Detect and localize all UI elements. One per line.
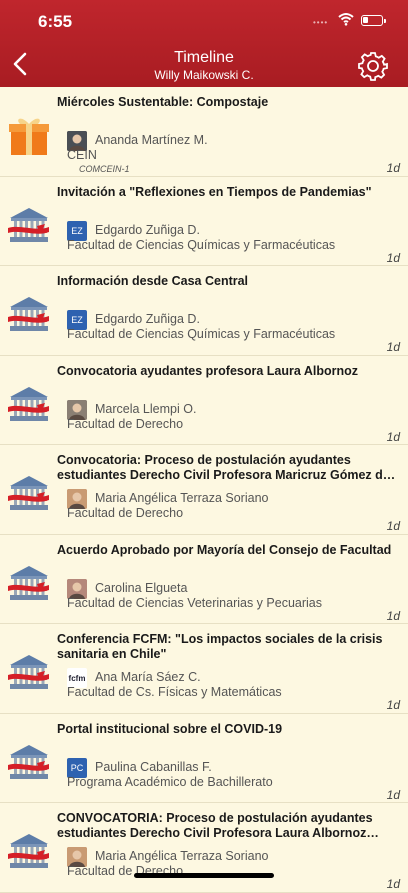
timeline-list: Miércoles Sustentable: Compostaje Ananda … [0, 87, 408, 893]
timeline-item[interactable]: Conferencia FCFM: "Los impactos sociales… [0, 624, 408, 714]
item-age: 1d [386, 519, 400, 533]
nav-header: 6:55 •••• Timeline Willy Maikowski C. [0, 0, 408, 87]
timeline-item[interactable]: Convocatoria ayudantes profesora Laura A… [0, 356, 408, 445]
item-author: Ana María Sáez C. [95, 670, 201, 684]
item-age: 1d [386, 698, 400, 712]
university-icon [7, 382, 51, 426]
item-author: Marcela Llempi O. [95, 401, 197, 416]
item-title: CONVOCATORIA: Proceso de postulación ayu… [57, 811, 373, 840]
home-indicator [134, 873, 274, 878]
item-author: Edgardo Zuñiga D. [95, 222, 200, 237]
university-icon [7, 740, 51, 784]
timeline-item[interactable]: CONVOCATORIA: Proceso de postulación ayu… [0, 803, 408, 893]
item-title: Convocatoria: Proceso de postulación ayu… [57, 453, 390, 482]
item-unit: Facultad de Ciencias Veterinarias y Pecu… [67, 595, 322, 610]
page-subtitle: Willy Maikowski C. [154, 68, 254, 82]
item-author: Paulina Cabanillas F. [95, 759, 212, 774]
item-age: 1d [386, 787, 400, 802]
timeline-item[interactable]: Información desde Casa Central EZ Edgardo … [0, 266, 408, 356]
signal-icon: •••• [313, 18, 329, 27]
item-unit: Facultad de Ciencias Químicas y Farmacéu… [67, 237, 336, 252]
university-icon [7, 650, 51, 694]
university-icon [7, 203, 51, 247]
item-tag: COMCEIN-1 [79, 164, 130, 174]
item-unit: CEIN [67, 148, 97, 162]
item-age: 1d [386, 608, 400, 623]
item-author: Ananda Martínez M. [95, 133, 208, 147]
item-age: 1d [386, 161, 400, 175]
gear-icon[interactable] [357, 50, 389, 82]
timeline-item[interactable]: Acuerdo Aprobado por Mayoría del Consejo… [0, 535, 408, 624]
item-age: 1d [386, 429, 400, 444]
wifi-icon [338, 13, 354, 26]
item-age: 1d [386, 877, 400, 891]
item-title: Miércoles Sustentable: Compostaje [57, 95, 269, 109]
item-title: Acuerdo Aprobado por Mayoría del Consejo… [57, 542, 392, 557]
item-author: Maria Angélica Terraza Soriano [95, 849, 269, 863]
item-unit: Facultad de Cs. Físicas y Matemáticas [67, 685, 282, 699]
item-author: Maria Angélica Terraza Soriano [95, 491, 269, 505]
item-title: Invitación a "Reflexiones en Tiempos de … [57, 184, 372, 199]
university-icon [7, 829, 51, 873]
item-unit: Facultad de Derecho [67, 506, 184, 520]
item-unit: Facultad de Derecho [67, 416, 184, 431]
item-age: 1d [386, 340, 400, 354]
item-age: 1d [386, 250, 400, 265]
university-icon [7, 292, 51, 336]
timeline-item[interactable]: Portal institucional sobre el COVID-19 PC… [0, 714, 408, 803]
item-author: Carolina Elgueta [95, 580, 188, 595]
battery-icon [361, 15, 386, 26]
item-unit: Facultad de Ciencias Químicas y Farmacéu… [67, 327, 336, 341]
item-title: Convocatoria ayudantes profesora Laura A… [57, 363, 358, 378]
item-title: Información desde Casa Central [57, 274, 249, 288]
university-icon [7, 561, 51, 605]
status-time: 6:55 [38, 12, 73, 31]
gift-icon [7, 113, 51, 157]
page-title: Timeline [174, 49, 234, 66]
item-title: Conferencia FCFM: "Los impactos sociales… [57, 632, 383, 661]
timeline-item[interactable]: Miércoles Sustentable: Compostaje Ananda … [0, 87, 408, 177]
timeline-item[interactable]: Invitación a "Reflexiones en Tiempos de … [0, 177, 408, 266]
university-icon [7, 471, 51, 515]
item-unit: Programa Académico de Bachillerato [67, 774, 273, 789]
timeline-item[interactable]: Convocatoria: Proceso de postulación ayu… [0, 445, 408, 535]
item-author: Edgardo Zuñiga D. [95, 312, 200, 326]
item-title: Portal institucional sobre el COVID-19 [57, 721, 283, 736]
